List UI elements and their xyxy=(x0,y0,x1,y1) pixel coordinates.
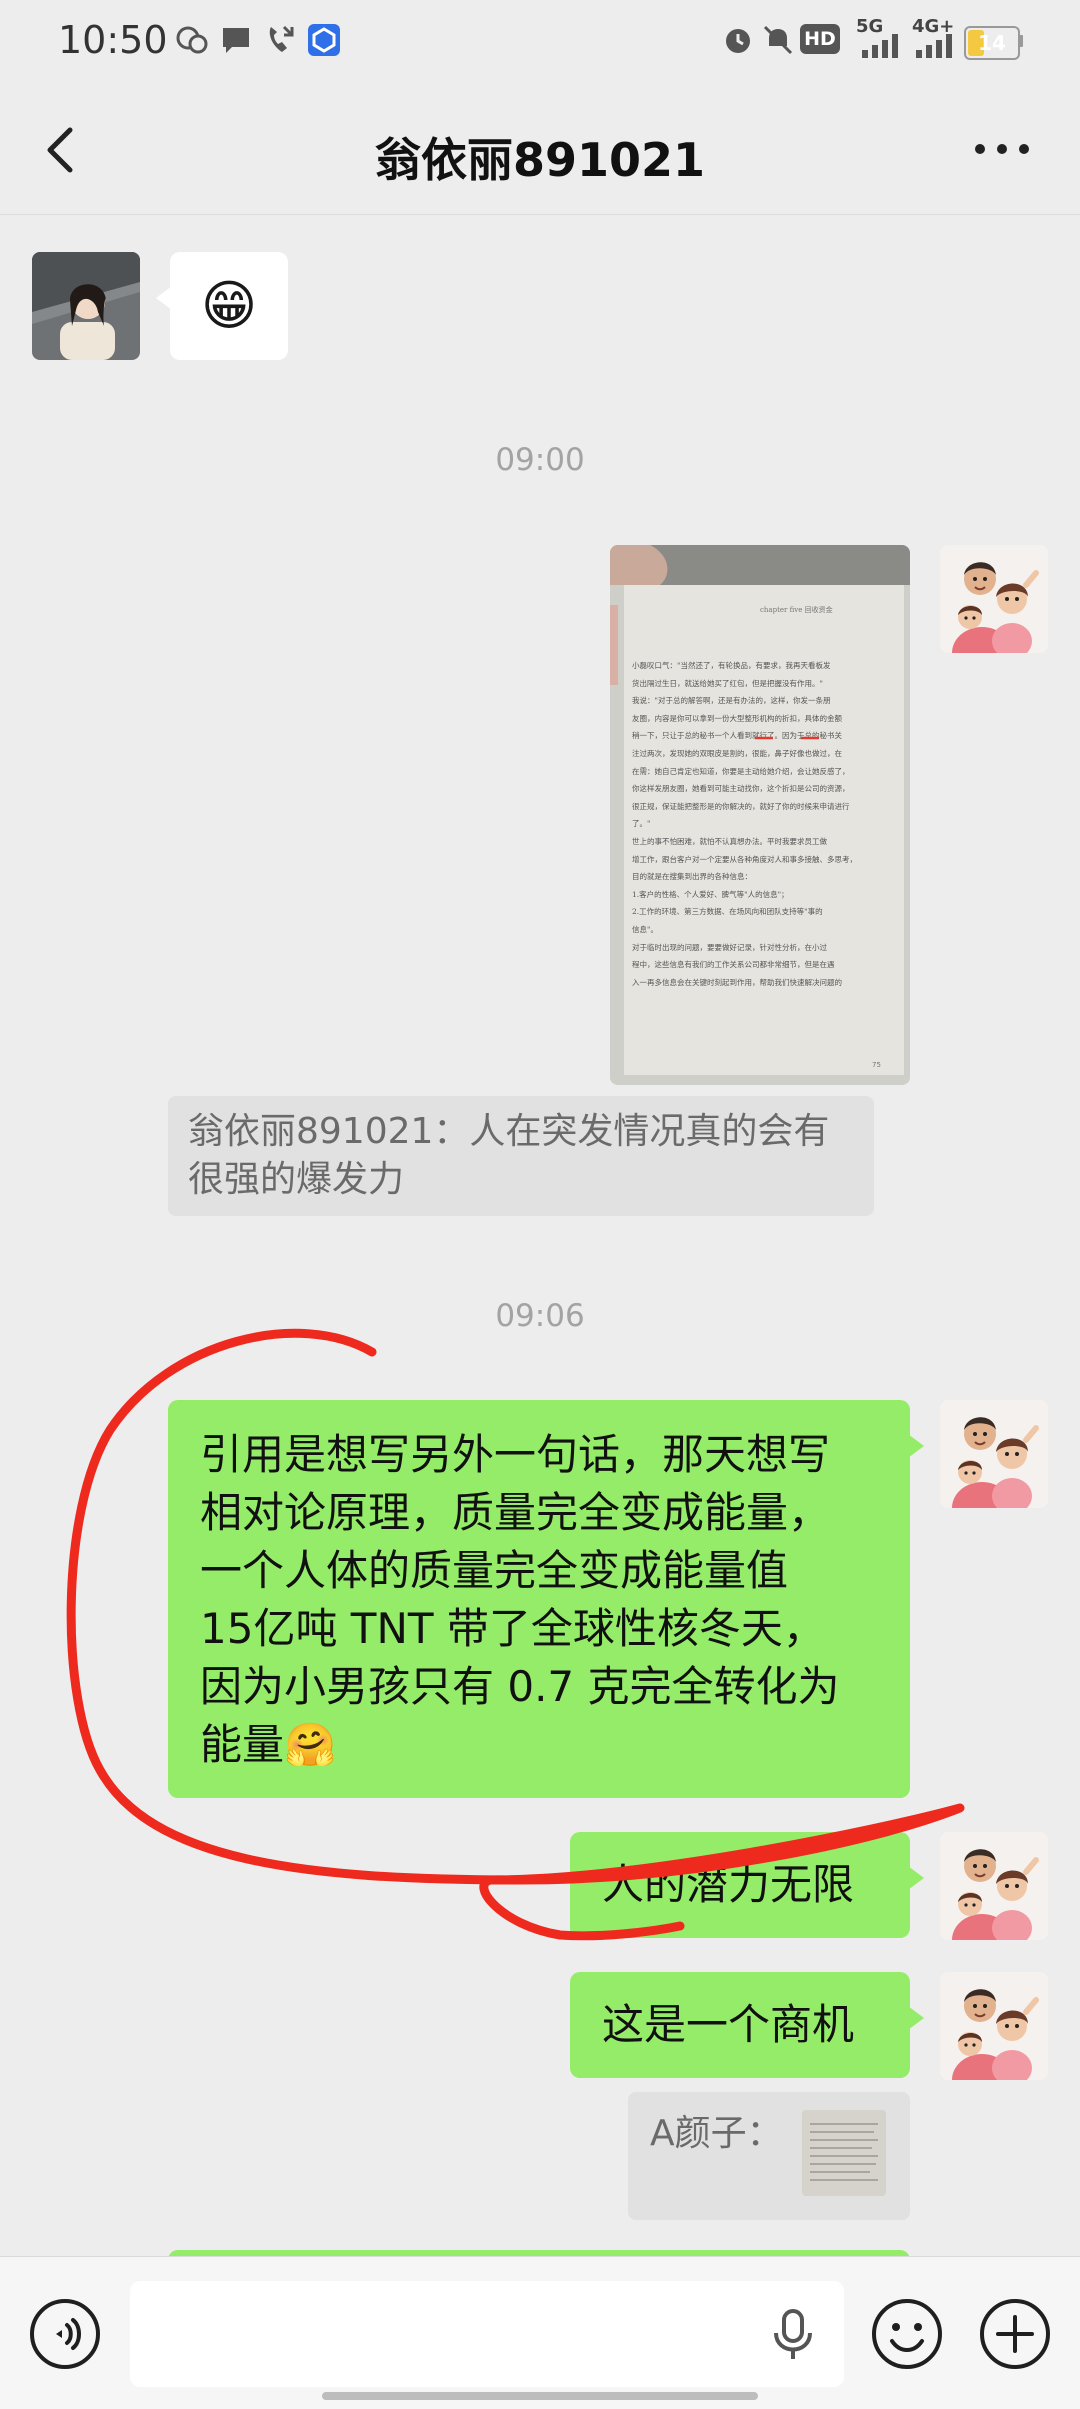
timestamp: 09:00 xyxy=(495,442,585,478)
book-line: 增工作，跟台客户对一个定要从各种角度对人和事多接触、多思考， xyxy=(632,854,857,864)
app-notification-icon xyxy=(308,24,340,56)
emoji-icon[interactable] xyxy=(870,2297,944,2371)
battery-cap xyxy=(1018,35,1023,47)
received-message[interactable]: 😁 xyxy=(156,252,288,360)
message-input[interactable] xyxy=(130,2281,844,2387)
book-chapter-header: chapter five 回收资金 xyxy=(760,606,833,614)
sent-message-text: 人的潜力无限 xyxy=(602,1860,855,1909)
sent-message-text: 引用是想写另外一句话，那天想写 相对论原理，质量完全变成能量， 一个人体的质量完全变… xyxy=(200,1426,900,1774)
message-line: 15亿吨 TNT 带了全球性核冬天， xyxy=(200,1604,825,1653)
book-line: 注过两次，发现她的双眼皮是割的，很能，鼻子好像也做过，在 xyxy=(632,748,842,758)
book-line: 对于临时出现的问题，要要做好记录，针对性分析，在小过 xyxy=(632,942,827,952)
book-line: 很正规，保证能把整形是的你解决的，就好了你的时候来申请进行 xyxy=(632,801,850,811)
message-line: 因为小男孩只有 0.7 克完全转化为 xyxy=(200,1662,840,1711)
plus-icon[interactable] xyxy=(978,2297,1052,2371)
sent-message-text: 这是一个商机 xyxy=(602,2000,855,2049)
book-line: 你这样发朋友圈，她看到可能主动找你，这个折扣是公司的资源， xyxy=(632,784,850,794)
chat-header: 翁依丽891021 xyxy=(0,84,1080,215)
grinning-emoji: 😁 xyxy=(200,274,258,337)
signal-5g-icon xyxy=(862,34,898,58)
sent-message[interactable]: 人的潜力无限 xyxy=(570,1832,924,1938)
book-line: 信息"。 xyxy=(632,924,658,934)
book-line: 程中，这些信息有我们的工作关系公司都非常细节，但是在遇 xyxy=(632,960,835,970)
message-line: 一个人体的质量完全变成能量值 xyxy=(200,1546,789,1595)
book-line: 货出隔过生日，就送给她买了红包，但是把握没有作用。" xyxy=(632,678,823,688)
my-avatar[interactable] xyxy=(940,1832,1048,1940)
battery-icon: 14 xyxy=(964,26,1020,60)
message-icon xyxy=(223,28,249,53)
red-underline-marks xyxy=(755,736,819,740)
message-line: 相对论原理，质量完全变成能量， xyxy=(200,1488,831,1537)
book-line: 友圈，内容是你可以拿到一份大型整形机构的折扣，具体的金额 xyxy=(632,713,842,723)
sent-message[interactable]: 这是一个商机 xyxy=(570,1972,924,2078)
hd-badge: HD xyxy=(800,24,840,54)
book-text: 小磊叹口气："当然还了，有轮换品，有要求，我再天看板发 货出隔过生日，就送给她买了… xyxy=(632,657,907,991)
my-avatar[interactable] xyxy=(940,1400,1048,1508)
book-line: 小磊叹口气："当然还了，有轮换品，有要求，我再天看板发 xyxy=(632,661,831,670)
battery-level: 14 xyxy=(978,31,1006,55)
quoted-message[interactable]: A颜子： xyxy=(628,2092,910,2220)
book-line: 1.客户的性格、个人爱好、脾气等"人的信息"； xyxy=(632,889,789,899)
my-avatar[interactable] xyxy=(940,1972,1048,2080)
missed-call-icon xyxy=(269,25,294,52)
sent-image[interactable]: chapter five 回收资金 小磊叹口气："当然还了，有轮换品，有要求，我… xyxy=(610,545,910,1085)
book-line: 2.工作的环境、第三方数据、在场风向和团队支持等"事的 xyxy=(632,907,823,917)
quote-sender: A颜子： xyxy=(650,2113,783,2154)
mute-icon xyxy=(763,25,793,55)
status-bar: 10:50 HD 5G 4G+ 14 xyxy=(0,0,1080,84)
mic-icon[interactable] xyxy=(770,2307,816,2363)
book-page-number: 75 xyxy=(872,1061,881,1069)
more-dots-icon[interactable] xyxy=(972,134,1032,164)
my-avatar[interactable] xyxy=(940,545,1048,653)
message-line: 能量🤗 xyxy=(200,1720,337,1769)
book-line: 入一再多信息会在关键时刻起到作用，帮助我们快速解决问题的 xyxy=(632,977,842,987)
status-time: 10:50 xyxy=(58,18,168,62)
book-line: 目的就是在搜集到出界的各种信息： xyxy=(632,872,752,882)
timestamp: 09:06 xyxy=(495,1298,585,1334)
book-line: 了。" xyxy=(632,819,651,829)
message-line: 引用是想写另外一句话，那天想写 xyxy=(200,1430,831,1479)
voice-icon[interactable] xyxy=(28,2297,102,2371)
book-line: 我说："对于总的解答啊，还是有办法的，这样，你发一条朋 xyxy=(632,696,831,706)
sent-message[interactable]: 引用是想写另外一句话，那天想写 相对论原理，质量完全变成能量， 一个人体的质量完全变… xyxy=(168,1400,924,1798)
chat-title: 翁依丽891021 xyxy=(374,133,706,187)
quoted-message[interactable]: 翁依丽891021：人在突发情况真的会有很强的爆发力 xyxy=(168,1096,874,1216)
chat-bubbles-icon xyxy=(176,26,208,54)
contact-avatar[interactable] xyxy=(32,252,140,360)
home-indicator[interactable] xyxy=(322,2392,758,2400)
signal-4g-icon xyxy=(916,34,952,58)
alarm-icon xyxy=(726,29,750,53)
input-bar xyxy=(0,2256,1080,2409)
book-line: 世上的事不怕困难，就怕不认真想办法。平时我要求员工做 xyxy=(632,836,827,846)
book-line: 在需：她自己肯定也知道，你要是主动给她介绍，会让她反感了， xyxy=(632,766,850,776)
quote-thumbnail xyxy=(802,2110,886,2196)
